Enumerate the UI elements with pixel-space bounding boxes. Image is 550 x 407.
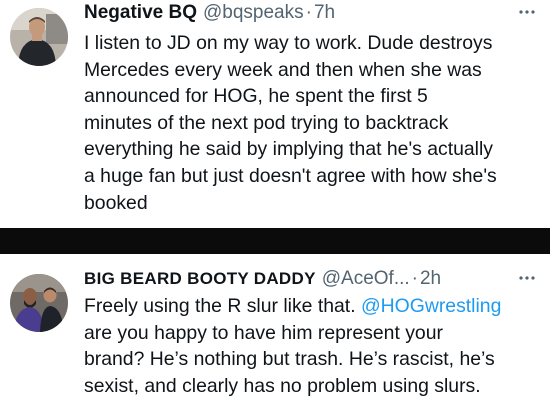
tweet-text-line: announced for HOG, he spent the first 5: [84, 85, 428, 108]
separator-dot: ·: [411, 268, 418, 289]
more-options-icon[interactable]: [516, 268, 538, 288]
timestamp[interactable]: 2h: [420, 268, 441, 290]
tweet[interactable]: Negative BQ @bqspeaks · 7h I listen to J…: [0, 0, 550, 228]
tweet-text-line: booked: [84, 191, 148, 214]
avatar-photo-icon: [10, 274, 68, 332]
tweet-header: Negative BQ @bqspeaks · 7h: [84, 0, 538, 26]
tweet-text-line: Mercedes every week and then when she wa…: [84, 58, 482, 81]
display-name[interactable]: Negative BQ: [84, 2, 197, 24]
tweet-text-line: brand? He’s nothing but trash. He’s rasc…: [84, 348, 495, 371]
tweet-text-segment: Freely using the R slur like that.: [84, 295, 361, 317]
more-options-icon[interactable]: [516, 2, 538, 22]
tweet-text-line: I listen to JD on my way to work. Dude d…: [84, 32, 493, 54]
tweet-text-line: everything he said by implying that he's…: [84, 138, 493, 161]
tweet-text-line: a huge fan but just doesn't agree with h…: [84, 164, 497, 187]
tweet-text-line: Freely using the R slur like that. @HOGw…: [84, 293, 544, 320]
timestamp[interactable]: 7h: [314, 2, 335, 24]
tweet[interactable]: BIG BEARD BOOTY DADDY @AceOf... · 2h Fre…: [0, 254, 550, 407]
tweet-header: BIG BEARD BOOTY DADDY @AceOf... · 2h: [84, 266, 538, 292]
tweet-text: Freely using the R slur like that. @HOGw…: [84, 293, 544, 399]
tweet-text-line: minutes of the next pod trying to backtr…: [84, 111, 449, 134]
avatar[interactable]: [10, 274, 68, 332]
avatar-photo-icon: [10, 8, 68, 66]
separator-dot: ·: [305, 2, 312, 23]
tweet-text-line: sexist, and clearly has no problem using…: [84, 374, 481, 397]
tweet-text: I listen to JD on my way to work. Dude d…: [84, 30, 544, 216]
screenshot: Negative BQ @bqspeaks · 7h I listen to J…: [0, 0, 550, 407]
user-handle[interactable]: @AceOf...: [322, 268, 410, 290]
mention-link[interactable]: @HOGwrestling: [361, 295, 501, 317]
user-handle[interactable]: @bqspeaks: [203, 2, 304, 24]
display-name[interactable]: BIG BEARD BOOTY DADDY: [84, 269, 316, 289]
tweet-text-line: are you happy to have him represent your: [84, 321, 443, 344]
divider-bar: [0, 228, 550, 254]
avatar[interactable]: [10, 8, 68, 66]
